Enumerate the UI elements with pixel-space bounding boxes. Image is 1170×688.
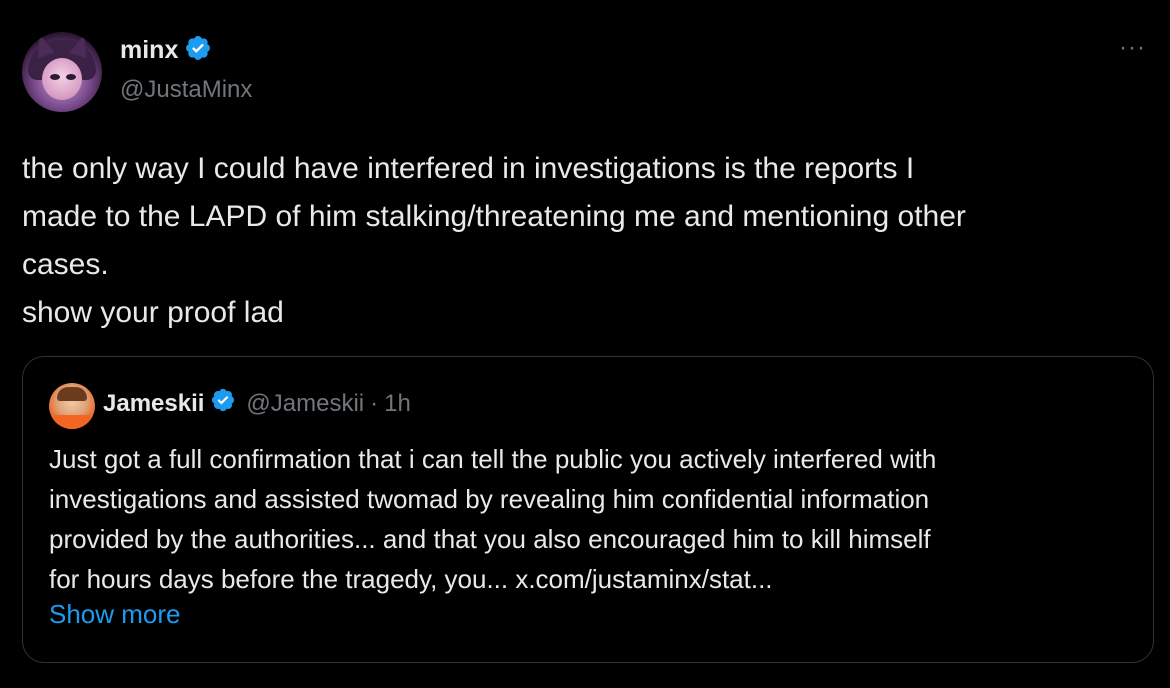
quoted-post-time[interactable]: 1h bbox=[384, 390, 411, 418]
post-author-name[interactable]: minx bbox=[120, 36, 178, 65]
post-author-row: minx bbox=[120, 34, 212, 67]
show-more-link[interactable]: Show more bbox=[49, 599, 181, 630]
quoted-author-handle[interactable]: @Jameskii bbox=[246, 390, 364, 418]
more-horizontal-icon[interactable]: ··· bbox=[1119, 34, 1146, 62]
quoted-text-line[interactable]: for hours days before the tragedy, you..… bbox=[49, 559, 1139, 599]
quoted-text-line: provided by the authorities... and that … bbox=[49, 524, 931, 554]
post-text-line: made to the LAPD of him stalking/threate… bbox=[22, 200, 966, 233]
quoted-post-text: Just got a full confirmation that i can … bbox=[49, 439, 1139, 599]
post-avatar[interactable] bbox=[22, 32, 102, 112]
quoted-text-line: investigations and assisted twomad by re… bbox=[49, 484, 930, 514]
quoted-author-row: Jameskii @Jameskii · 1h bbox=[103, 387, 411, 420]
post-text-line: the only way I could have interfered in … bbox=[22, 152, 915, 185]
post-text-line: cases. bbox=[22, 248, 109, 281]
separator-dot: · bbox=[370, 389, 379, 417]
quoted-author-avatar[interactable] bbox=[49, 383, 95, 429]
verified-badge-icon bbox=[210, 387, 236, 420]
post-text: the only way I could have interfered in … bbox=[22, 145, 1142, 337]
post-author-handle[interactable]: @JustaMinx bbox=[120, 76, 252, 104]
post-text-line: show your proof lad bbox=[22, 296, 284, 329]
verified-badge-icon bbox=[184, 34, 212, 67]
quoted-text-line: Just got a full confirmation that i can … bbox=[49, 444, 937, 474]
quoted-author-name[interactable]: Jameskii bbox=[103, 390, 204, 418]
quoted-post-card[interactable]: Jameskii @Jameskii · 1h Just got a full … bbox=[22, 356, 1154, 663]
